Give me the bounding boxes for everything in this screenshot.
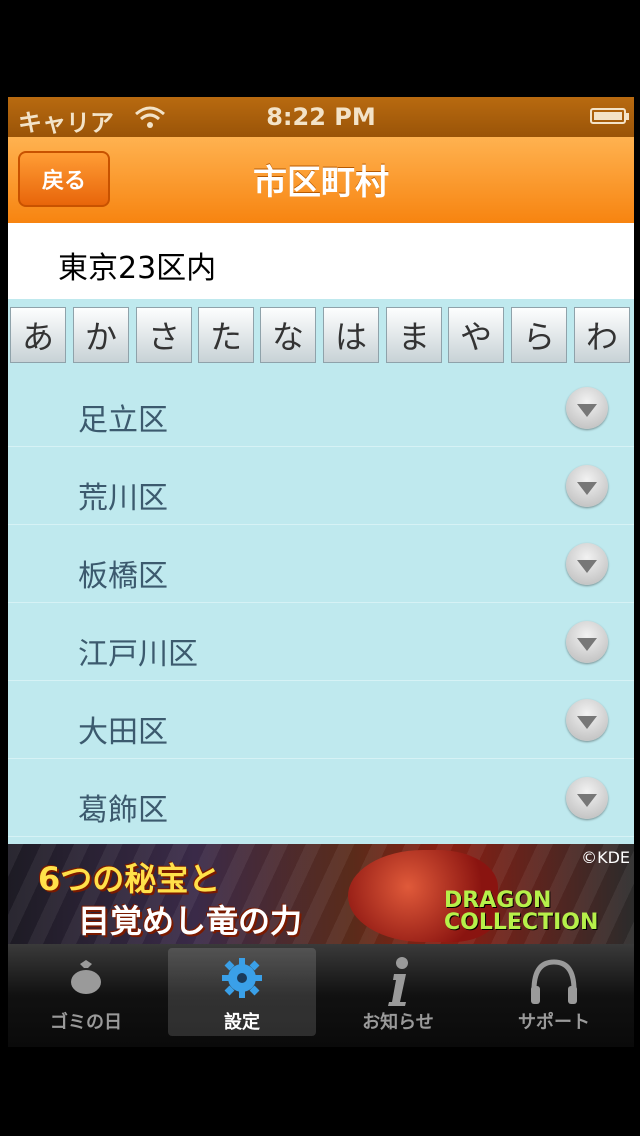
ad-brand-logo: DRAGON COLLECTION [444,890,598,934]
kana-tab-na[interactable]: な [260,307,316,363]
list-item[interactable]: 足立区 [8,369,634,447]
tab-label: 設定 [224,1012,260,1033]
ad-headline: 6つの秘宝と [38,860,221,898]
tab-settings[interactable]: 設定 [168,948,316,1036]
tab-bar: ゴミの日 設定 お知らせ サポート [8,944,634,1047]
tab-support[interactable]: サポート [480,948,628,1036]
kana-tab-wa[interactable]: わ [574,307,630,363]
list-item-label: 足立区 [78,403,168,438]
list-item-label: 荒川区 [78,481,168,516]
list-item[interactable]: 板橋区 [8,525,634,603]
ward-list: 足立区 荒川区 板橋区 江戸川区 大田区 葛飾区 [8,369,634,837]
tab-label: ゴミの日 [50,1012,122,1033]
disclosure-down-icon[interactable] [566,387,608,429]
status-time: 8:22 PM [266,103,376,131]
garbage-bag-icon [66,956,106,1000]
list-item[interactable]: 荒川区 [8,447,634,525]
tab-label: お知らせ [362,1012,434,1033]
list-item[interactable]: 葛飾区 [8,759,634,837]
ad-subheadline: 目覚めし竜の力 [78,902,303,940]
kana-tab-ma[interactable]: ま [386,307,442,363]
gear-icon [220,956,264,1004]
list-item[interactable]: 江戸川区 [8,603,634,681]
battery-icon [590,108,629,124]
disclosure-down-icon[interactable] [566,543,608,585]
disclosure-down-icon[interactable] [566,621,608,663]
disclosure-down-icon[interactable] [566,699,608,741]
list-item[interactable]: 大田区 [8,681,634,759]
kana-tab-ra[interactable]: ら [511,307,567,363]
section-header: 東京23区内 [8,223,634,299]
ad-brand-line1: DRAGON [444,888,552,913]
disclosure-down-icon[interactable] [566,777,608,819]
kana-tab-ha[interactable]: は [323,307,379,363]
status-bar: キャリア 8:22 PM [8,97,634,137]
list-item-label: 葛飾区 [78,793,168,828]
tab-label: サポート [518,1012,590,1033]
ad-banner[interactable]: 6つの秘宝と 目覚めし竜の力 DRAGON COLLECTION ©KDE [8,844,634,944]
kana-tab-ya[interactable]: や [448,307,504,363]
tab-garbage-day[interactable]: ゴミの日 [12,948,160,1036]
ad-copyright: ©KDE [581,848,630,867]
app-screen: キャリア 8:22 PM 戻る 市区町村 東京23区内 あ か さ た な は … [8,97,634,1047]
kana-tab-ka[interactable]: か [73,307,129,363]
disclosure-down-icon[interactable] [566,465,608,507]
info-icon [378,956,418,1012]
list-item-label: 江戸川区 [78,637,198,672]
kana-tab-ta[interactable]: た [198,307,254,363]
tab-notices[interactable]: お知らせ [324,948,472,1036]
ad-brand-line2: COLLECTION [444,910,599,935]
list-item-label: 板橋区 [78,559,168,594]
section-header-label: 東京23区内 [58,251,217,286]
page-title: 市区町村 [253,163,389,203]
kana-tab-sa[interactable]: さ [136,307,192,363]
kana-tab-a[interactable]: あ [10,307,66,363]
headphones-icon [527,956,581,1014]
kana-index-bar: あ か さ た な は ま や ら わ [8,307,634,369]
navigation-bar: 戻る 市区町村 [8,137,634,224]
list-item-label: 大田区 [78,715,168,750]
